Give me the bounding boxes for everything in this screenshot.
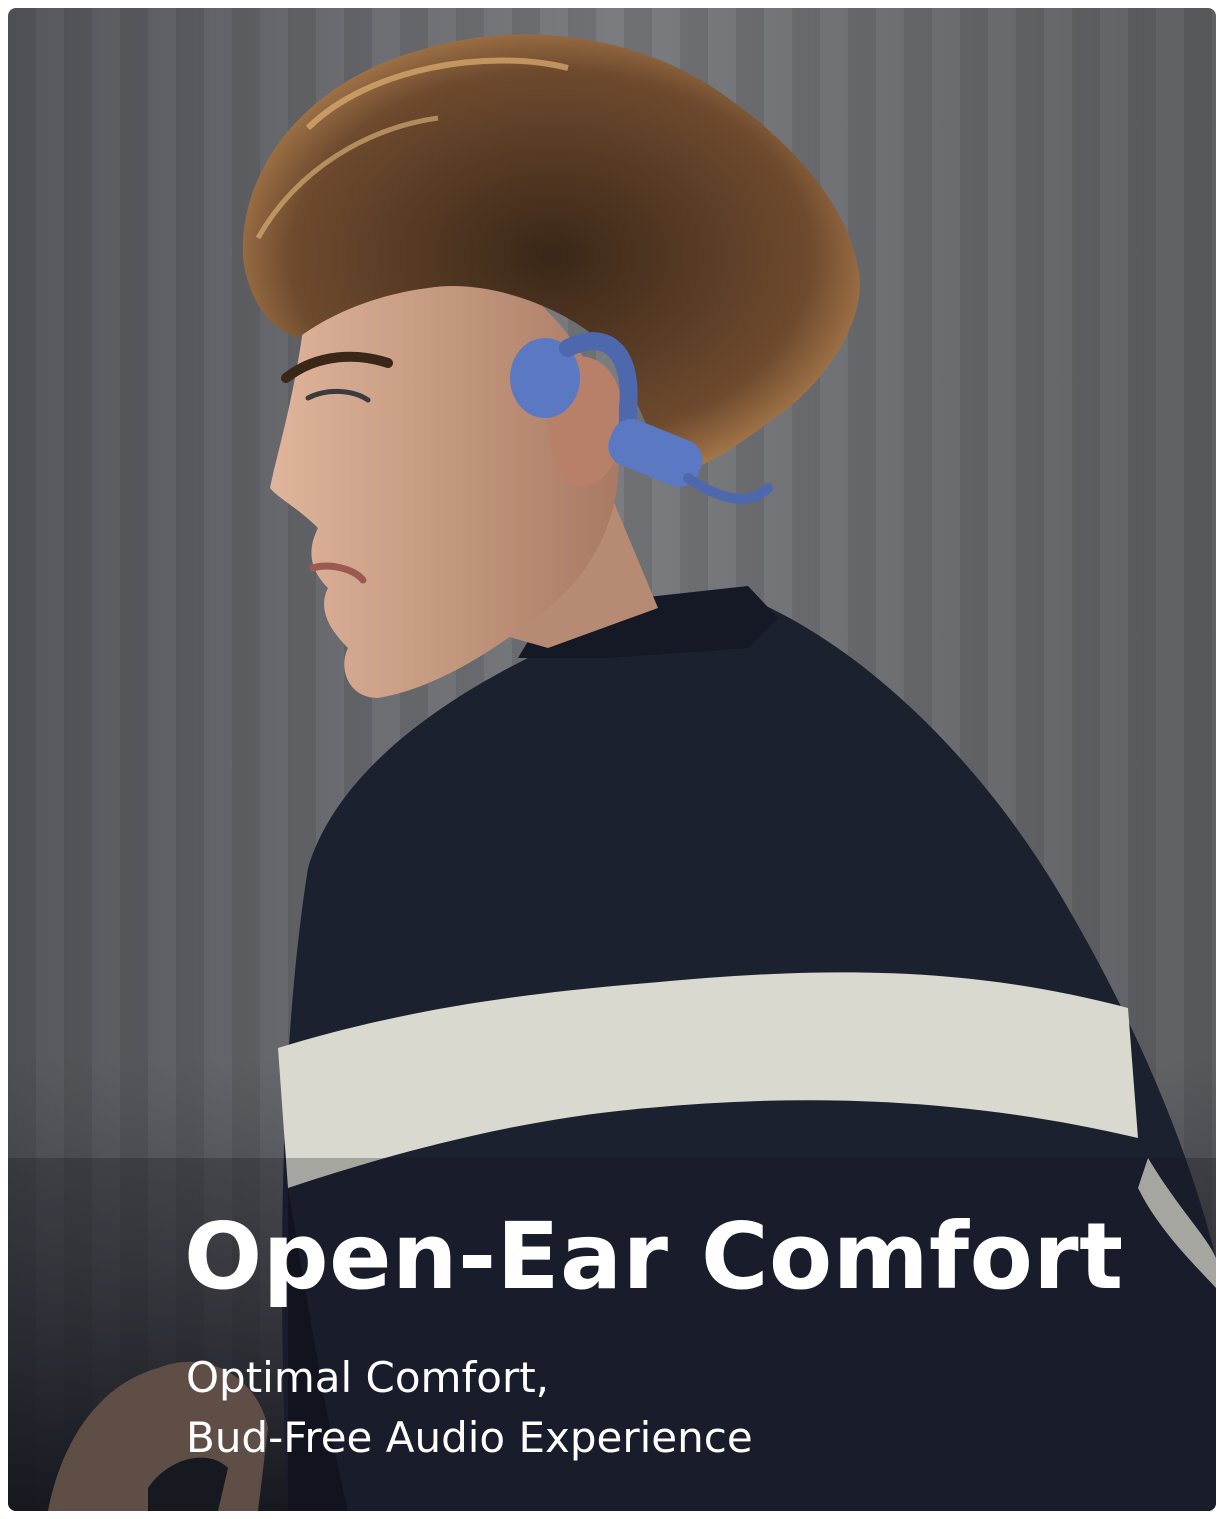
headline: Open-Ear Comfort xyxy=(184,1203,1124,1310)
product-hero-image: Open-Ear Comfort Optimal Comfort, Bud-Fr… xyxy=(8,8,1216,1511)
subheadline-line-2: Bud-Free Audio Experience xyxy=(186,1412,753,1462)
subheadline: Optimal Comfort, Bud-Free Audio Experien… xyxy=(186,1348,753,1467)
subheadline-line-1: Optimal Comfort, xyxy=(186,1353,550,1402)
